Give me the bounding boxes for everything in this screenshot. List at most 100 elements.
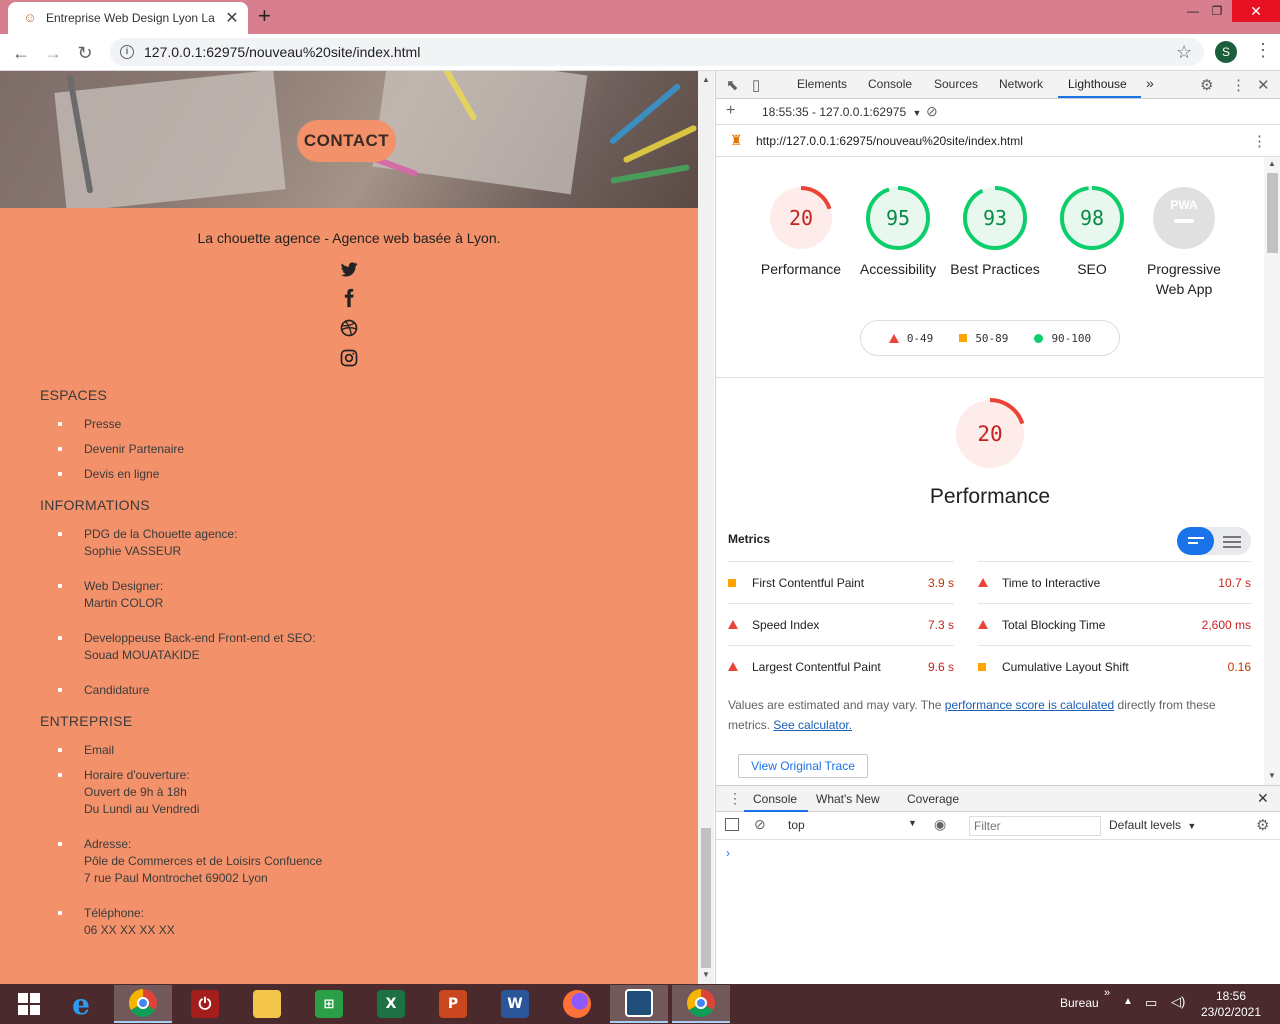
toggle-compact[interactable] xyxy=(1177,527,1214,555)
back-button[interactable]: ← xyxy=(8,40,34,66)
metric-name: First Contentful Paint xyxy=(752,575,865,590)
profile-avatar[interactable]: S xyxy=(1215,41,1237,63)
network-icon[interactable]: ▭ xyxy=(1145,995,1157,1011)
scroll-down-icon[interactable]: ▼ xyxy=(1268,771,1276,780)
footer-link-devis[interactable]: Devis en ligne xyxy=(57,466,159,483)
page-scrollbar[interactable]: ▲ ▼ xyxy=(698,71,714,984)
taskbar-file-explorer[interactable] xyxy=(238,985,296,1023)
tab-elements[interactable]: Elements xyxy=(797,77,847,91)
clear-reports-icon[interactable]: ⊘ xyxy=(926,103,938,120)
view-original-trace-button[interactable]: View Original Trace xyxy=(738,754,868,778)
report-menu-icon[interactable]: ⋮ xyxy=(1252,132,1267,150)
taskbar-chrome-window[interactable] xyxy=(672,985,730,1023)
taskbar-excel[interactable]: X xyxy=(362,985,420,1023)
close-devtools-icon[interactable]: ✕ xyxy=(1257,76,1270,94)
clock-date[interactable]: 23/02/2021 xyxy=(1196,1005,1266,1019)
taskbar-powerpoint[interactable]: P xyxy=(424,985,482,1023)
page-scrollbar-thumb[interactable] xyxy=(701,828,711,968)
taskbar-firefox[interactable] xyxy=(548,985,606,1023)
scroll-up-icon[interactable]: ▲ xyxy=(702,75,710,84)
browser-tab[interactable]: ☺ Entreprise Web Design Lyon La c ✕ xyxy=(8,2,248,34)
taskbar-word[interactable]: W xyxy=(486,985,544,1023)
twitter-icon[interactable] xyxy=(339,259,359,279)
eye-icon[interactable]: ◉ xyxy=(934,816,946,833)
scroll-up-icon[interactable]: ▲ xyxy=(1268,159,1276,168)
console-settings-icon[interactable]: ⚙ xyxy=(1256,816,1269,834)
new-report-icon[interactable]: + xyxy=(726,102,735,120)
clear-console-icon[interactable]: ⊘ xyxy=(754,816,766,833)
drawer-tab-coverage[interactable]: Coverage xyxy=(907,792,959,806)
bookmark-star-icon[interactable]: ☆ xyxy=(1176,42,1192,63)
start-button[interactable] xyxy=(0,985,58,1023)
close-window-button[interactable]: ✕ xyxy=(1232,0,1280,22)
drawer-tab-console[interactable]: Console xyxy=(753,792,797,806)
site-info-icon[interactable]: i xyxy=(120,45,134,59)
score-gauge[interactable]: PWA Progressive Web App xyxy=(1139,185,1229,299)
report-select-value[interactable]: 18:55:35 - 127.0.0.1:62975 xyxy=(762,105,906,119)
dribbble-icon[interactable] xyxy=(339,318,359,338)
report-scrollbar-thumb[interactable] xyxy=(1267,173,1278,253)
log-levels-select[interactable]: Default levels ▼ xyxy=(1109,818,1196,832)
context-value[interactable]: top xyxy=(788,818,805,832)
tab-network[interactable]: Network xyxy=(999,77,1043,91)
footer-link-partenaire[interactable]: Devenir Partenaire xyxy=(57,441,184,458)
score-calculated-link[interactable]: performance score is calculated xyxy=(945,698,1114,712)
report-scrollbar[interactable]: ▲ ▼ xyxy=(1264,157,1280,785)
metric-row: Cumulative Layout Shift 0.16 xyxy=(978,645,1251,687)
close-drawer-icon[interactable]: ✕ xyxy=(1257,790,1269,807)
word-icon: W xyxy=(501,990,529,1018)
volume-icon[interactable]: ◁) xyxy=(1171,994,1185,1010)
tab-console[interactable]: Console xyxy=(868,77,912,91)
taskbar-power-app[interactable]: ⏻ xyxy=(176,985,234,1023)
email-label[interactable]: Email xyxy=(84,742,114,759)
report-select[interactable]: 18:55:35 - 127.0.0.1:62975 ▼ xyxy=(762,105,921,119)
toolbar-expand-icon[interactable]: » xyxy=(1104,987,1110,999)
facebook-icon[interactable] xyxy=(339,288,359,308)
close-tab-icon[interactable]: ✕ xyxy=(224,8,240,28)
console-prompt[interactable]: › xyxy=(726,846,730,860)
tab-sources[interactable]: Sources xyxy=(934,77,978,91)
taskbar-app-square[interactable] xyxy=(610,985,668,1023)
console-filter-input[interactable] xyxy=(969,816,1101,836)
more-tabs-icon[interactable]: » xyxy=(1146,75,1154,91)
devtools-menu-icon[interactable]: ⋮ xyxy=(1231,76,1246,94)
taskbar-store[interactable]: ⊞ xyxy=(300,985,358,1023)
metric-value: 2,600 ms xyxy=(1201,617,1251,632)
tab-lighthouse[interactable]: Lighthouse xyxy=(1068,77,1127,91)
see-calculator-link[interactable]: See calculator. xyxy=(773,718,852,732)
contact-button[interactable]: CONTACT xyxy=(297,120,396,162)
taskbar-internet-explorer[interactable]: e xyxy=(52,985,110,1023)
forward-button[interactable]: → xyxy=(40,40,66,66)
drawer-tab-whats-new[interactable]: What's New xyxy=(816,792,880,806)
clock-time[interactable]: 18:56 xyxy=(1196,989,1266,1003)
instagram-icon[interactable] xyxy=(339,348,359,368)
chrome-menu-icon[interactable]: ⋮ xyxy=(1254,40,1272,61)
sidebar-toggle-icon[interactable] xyxy=(725,818,739,831)
score-gauge[interactable]: 95 Accessibility xyxy=(853,185,943,279)
footer-link-presse[interactable]: Presse xyxy=(57,416,121,433)
device-toolbar-icon[interactable]: ▯ xyxy=(752,76,760,94)
footer-link-email[interactable]: Email xyxy=(57,742,114,759)
address-bar[interactable]: i 127.0.0.1:62975/nouveau%20site/index.h… xyxy=(110,38,1204,66)
square-icon xyxy=(959,334,968,342)
score-gauge[interactable]: 98 SEO xyxy=(1047,185,1137,279)
drawer-menu-icon[interactable]: ⋮ xyxy=(728,790,742,807)
reload-button[interactable]: ↻ xyxy=(72,40,98,66)
toggle-expanded[interactable] xyxy=(1223,536,1241,548)
score-gauge[interactable]: 20 Performance xyxy=(756,185,846,279)
context-select[interactable]: top ▼ xyxy=(788,818,920,832)
metrics-view-toggle[interactable] xyxy=(1177,527,1251,555)
scroll-down-icon[interactable]: ▼ xyxy=(702,970,710,979)
inspect-element-icon[interactable]: ⬉ xyxy=(726,76,739,94)
footer-link-candidature[interactable]: Candidature xyxy=(57,682,149,699)
tray-chevron-up-icon[interactable]: ▲ xyxy=(1123,996,1133,1007)
candidature-label[interactable]: Candidature xyxy=(84,682,149,699)
new-tab-button[interactable]: + xyxy=(258,5,271,27)
metric-name: Time to Interactive xyxy=(1002,575,1101,590)
address-url[interactable]: 127.0.0.1:62975/nouveau%20site/index.htm… xyxy=(144,44,420,60)
tray-desktop-label[interactable]: Bureau xyxy=(1060,996,1099,1010)
log-levels-value[interactable]: Default levels xyxy=(1109,818,1181,832)
score-gauge[interactable]: 93 Best Practices xyxy=(950,185,1040,279)
settings-gear-icon[interactable]: ⚙ xyxy=(1200,76,1213,94)
taskbar-chrome[interactable] xyxy=(114,985,172,1023)
